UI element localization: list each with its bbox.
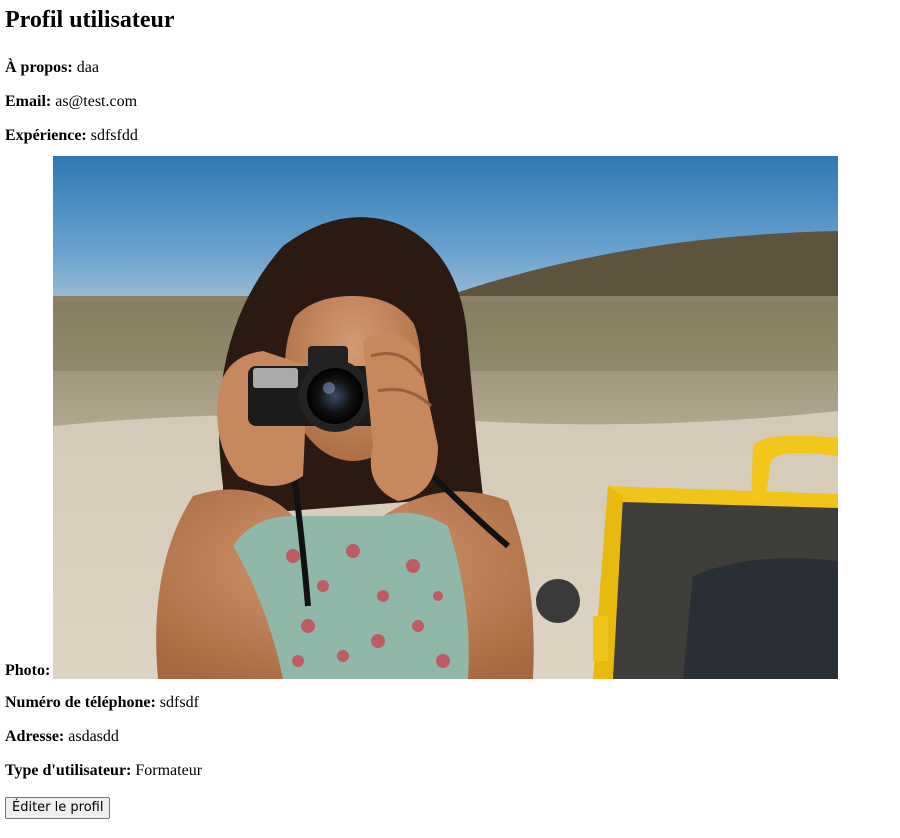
user-type-value: Formateur (135, 762, 203, 779)
user-type-label: Type d'utilisateur: (5, 762, 132, 779)
phone-field: Numéro de téléphone: sdfsdf (5, 693, 895, 713)
email-field: Email: as@test.com (5, 92, 895, 112)
experience-label: Expérience: (5, 127, 87, 144)
email-value: as@test.com (55, 93, 138, 110)
profile-photo-image (53, 156, 839, 679)
about-value: daa (76, 59, 99, 76)
address-value: asdasdd (68, 728, 119, 745)
experience-field: Expérience: sdfsfdd (5, 126, 895, 146)
profile-photo (53, 156, 839, 679)
edit-profile-button[interactable]: Éditer le profil (5, 797, 111, 819)
profile-page: Profil utilisateur À propos: daa Email: … (0, 0, 900, 819)
user-type-field: Type d'utilisateur: Formateur (5, 761, 895, 781)
phone-label: Numéro de téléphone: (5, 694, 156, 711)
page-title: Profil utilisateur (5, 7, 175, 33)
phone-value: sdfsdf (159, 694, 199, 711)
email-label: Email: (5, 93, 52, 110)
address-field: Adresse: asdasdd (5, 727, 895, 747)
about-label: À propos: (5, 59, 73, 76)
photo-field: Photo: (5, 152, 895, 679)
experience-value: sdfsfdd (90, 127, 138, 144)
photo-label: Photo: (5, 662, 51, 679)
address-label: Adresse: (5, 728, 65, 745)
about-field: À propos: daa (5, 58, 895, 78)
